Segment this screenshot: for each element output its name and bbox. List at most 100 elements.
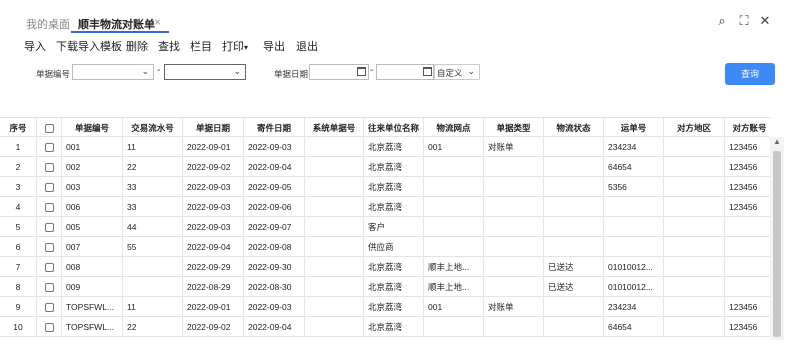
toolbar: 导入 下载导入模板 删除 查找 栏目 打印▾ 导出 退出 [0,36,800,56]
row-checkbox[interactable] [44,243,54,253]
cell-col-partner-name: 北京荔湾 [363,297,423,317]
row-checkbox[interactable] [44,283,54,293]
cell-col-index: 7 [15,262,21,272]
cell-col-logistics-status [543,297,603,317]
cell-col-select[interactable] [36,237,61,257]
cell-col-select[interactable] [36,297,61,317]
cell-col-doc-type [483,197,543,217]
cell-col-partner-name: 北京荔湾 [363,157,423,177]
row-checkbox[interactable] [44,203,54,213]
scroll-up-icon[interactable]: ▲ [773,137,781,146]
table-row[interactable]: 7 008 2022-09-29 2022-09-30 北京荔湾 顺丰上地... 已送达 01… [0,257,770,277]
cell-col-doc-date: 2022-09-03 [182,177,243,197]
tab-my-desktop[interactable]: 我的桌面 [26,16,70,32]
table-row[interactable]: 4 006 33 2022-09-03 2022-09-06 北京荔湾 123456 [0,197,770,217]
row-checkbox[interactable] [44,323,54,333]
cell-col-select[interactable] [36,277,61,297]
row-checkbox[interactable] [44,303,54,313]
close-icon[interactable]: ✕ [758,14,772,28]
table-row[interactable]: 6 007 55 2022-09-04 2022-09-08 供应商 [0,237,770,257]
table-row[interactable]: 5 005 44 2022-09-03 2022-09-07 客户 [0,217,770,237]
export-button[interactable]: 导出 [263,38,285,54]
header-col-waybill-no: 运单号 [603,118,663,138]
cell-col-index: 4 [15,202,21,212]
row-checkbox[interactable] [44,223,54,233]
delete-button[interactable]: 删除 [126,38,148,54]
header-col-select[interactable] [36,118,61,138]
tab-close-icon[interactable]: × [154,15,161,29]
cell-col-waybill-no: 64654 [603,317,663,337]
date-from-input[interactable] [309,64,369,80]
cell-col-waybill-no [603,197,663,217]
exit-button[interactable]: 退出 [296,38,318,54]
cell-col-sys-doc-no [304,157,363,177]
row-checkbox[interactable] [44,263,54,273]
cell-col-select[interactable] [36,197,61,217]
cell-col-partner-name: 北京荔湾 [363,197,423,217]
cell-col-ship-date: 2022-09-06 [243,197,304,217]
cell-col-region [663,137,724,157]
table-row[interactable]: 1 001 11 2022-09-01 2022-09-03 北京荔湾 001 对账单 2342… [0,137,770,157]
cell-col-select[interactable] [36,317,61,337]
tab-sf-logistics-statement[interactable]: 顺丰物流对账单 [78,16,155,32]
print-button[interactable]: 打印▾ [222,38,248,54]
doc-no-to-select[interactable]: ⌄ [164,64,246,80]
date-preset-select[interactable]: 自定义 ⌄ [434,64,480,80]
expand-icon[interactable]: ⛶ [737,14,751,28]
vertical-scrollbar[interactable]: ▲ [770,137,784,340]
cell-col-select[interactable] [36,257,61,277]
table-row[interactable]: 3 003 33 2022-09-03 2022-09-05 北京荔湾 5356 123456 [0,177,770,197]
cell-col-waybill-no: 234234 [603,137,663,157]
cell-col-doc-no: 006 [61,197,122,217]
cell-col-sys-doc-no [304,137,363,157]
table-row[interactable]: 10 TOPSFWL... 22 2022-09-02 2022-09-04 北京荔湾 64… [0,317,770,337]
cell-col-logistics-status [543,137,603,157]
cell-col-select[interactable] [36,157,61,177]
cell-col-select[interactable] [36,137,61,157]
cell-col-sys-doc-no [304,197,363,217]
doc-no-range-dash: - [157,65,161,76]
date-to-input[interactable] [376,64,434,80]
query-button[interactable]: 查询 [725,63,775,85]
search-icon[interactable]: ⌕ [715,14,729,28]
cell-col-region [663,177,724,197]
table-row[interactable]: 8 009 2022-08-29 2022-08-30 北京荔湾 顺丰上地... 已送达 01… [0,277,770,297]
cell-col-ship-date: 2022-09-03 [243,297,304,317]
cell-col-logistics-site [423,157,483,177]
cell-col-ship-date: 2022-08-30 [243,277,304,297]
cell-col-txn-no: 22 [122,157,182,177]
cell-col-ship-date: 2022-09-05 [243,177,304,197]
cell-col-sys-doc-no [304,297,363,317]
cell-col-select[interactable] [36,217,61,237]
cell-col-account: 123456 [724,137,774,157]
find-button[interactable]: 查找 [158,38,180,54]
cell-col-region [663,217,724,237]
cell-col-waybill-no [603,217,663,237]
cell-col-partner-name: 北京荔湾 [363,177,423,197]
select-all-checkbox[interactable] [44,124,54,134]
cell-col-doc-no: TOPSFWL... [61,297,122,317]
cell-col-logistics-site: 顺丰上地... [423,277,483,297]
cell-col-txn-no [122,257,182,277]
cell-col-logistics-status: 已送达 [543,257,603,277]
download-template-button[interactable]: 下载导入模板 [56,38,122,54]
table-row[interactable]: 9 TOPSFWL... 11 2022-09-01 2022-09-03 北京荔湾 001… [0,297,770,317]
cell-col-txn-no: 11 [122,137,182,157]
cell-col-region [663,257,724,277]
calendar-icon[interactable] [357,67,366,76]
cell-col-doc-type [483,157,543,177]
doc-no-from-select[interactable]: ⌄ [72,64,154,80]
row-checkbox[interactable] [44,183,54,193]
columns-button[interactable]: 栏目 [190,38,212,54]
cell-col-partner-name: 北京荔湾 [363,257,423,277]
cell-col-select[interactable] [36,177,61,197]
table-row[interactable]: 2 002 22 2022-09-02 2022-09-04 北京荔湾 64654 12345… [0,157,770,177]
row-checkbox[interactable] [44,163,54,173]
calendar-icon[interactable] [423,67,432,76]
cell-col-index: 9 [15,302,21,312]
cell-col-ship-date: 2022-09-07 [243,217,304,237]
row-checkbox[interactable] [44,143,54,153]
scrollbar-thumb[interactable] [773,151,781,337]
import-button[interactable]: 导入 [24,38,46,54]
cell-col-doc-no: TOPSFWL... [61,317,122,337]
